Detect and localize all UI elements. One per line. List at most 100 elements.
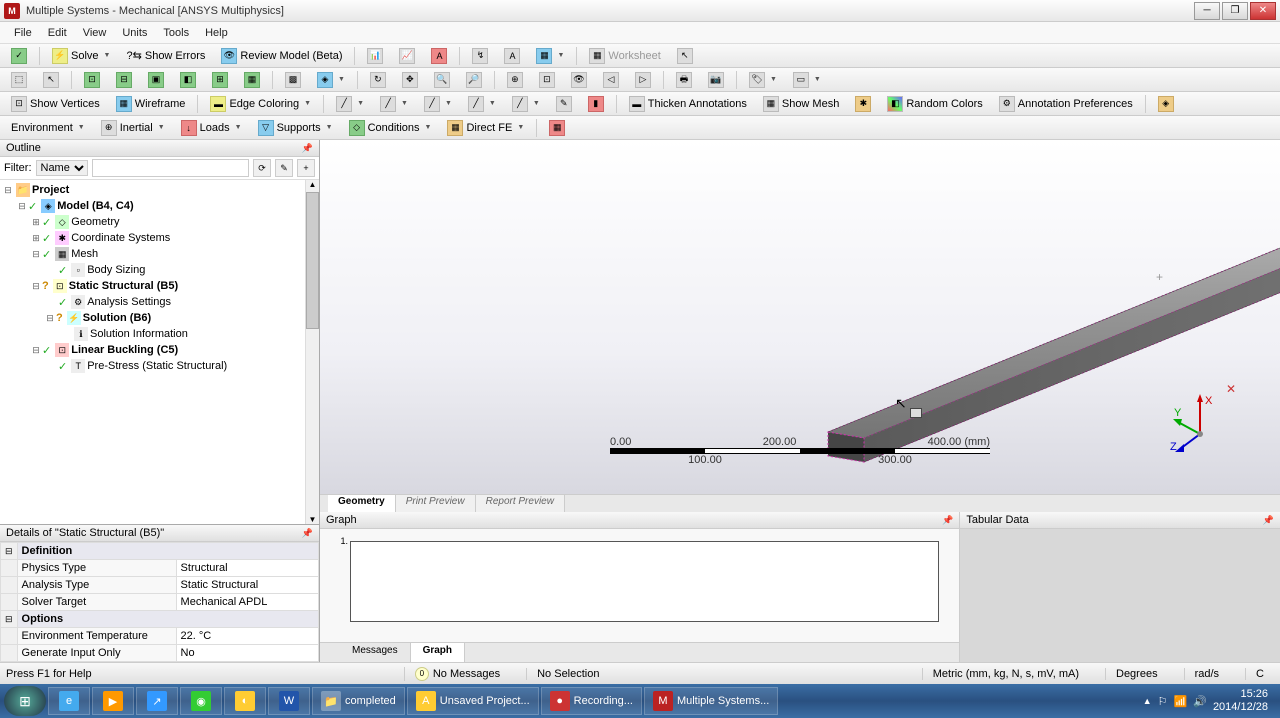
close-button[interactable]: ✕ [1250, 2, 1276, 20]
accept-button[interactable]: ✓ [4, 45, 34, 67]
reset-icon[interactable]: ◈ [1151, 93, 1181, 115]
tree-geometry[interactable]: Geometry [71, 216, 119, 228]
menu-tools[interactable]: Tools [155, 24, 197, 42]
taskbar-multiple-systems[interactable]: MMultiple Systems... [644, 687, 778, 715]
face-select[interactable]: ▣ [141, 69, 171, 91]
next-view[interactable]: ▷ [628, 69, 658, 91]
val-geninput[interactable]: No [176, 645, 318, 662]
filter-btn-1[interactable]: ⟳ [253, 159, 271, 177]
tray-expand-icon[interactable]: ▲ [1143, 696, 1152, 706]
minimize-button[interactable]: ─ [1194, 2, 1220, 20]
menu-units[interactable]: Units [114, 24, 155, 42]
taskbar-ie[interactable]: e [48, 687, 90, 715]
solve-button[interactable]: ⚡Solve [45, 45, 117, 67]
edge-select[interactable]: ⊟ [109, 69, 139, 91]
pan-tool[interactable]: ✥ [395, 69, 425, 91]
taskbar-recording[interactable]: ●Recording... [541, 687, 642, 715]
show-mesh-button[interactable]: ▦Show Mesh [756, 93, 846, 115]
zoom-out[interactable]: 🔎 [459, 69, 489, 91]
tb-icon-e[interactable]: A [497, 45, 527, 67]
tray-network-icon[interactable]: 📶 [1174, 695, 1188, 708]
tree-solution[interactable]: Solution (B6) [83, 312, 151, 324]
taskbar-app1[interactable]: ↗ [136, 687, 178, 715]
tree-mesh[interactable]: Mesh [71, 248, 98, 260]
filter-btn-3[interactable]: + [297, 159, 315, 177]
edge-1[interactable]: ╱ [329, 93, 371, 115]
selection-tool[interactable]: ⬚ [4, 69, 34, 91]
slice-btn[interactable]: ▭ [786, 69, 828, 91]
loads-menu[interactable]: ↓Loads [174, 117, 249, 139]
filter-input[interactable] [92, 159, 250, 177]
probe-icon[interactable]: ✱ [848, 93, 878, 115]
tb-icon-a[interactable]: 📊 [360, 45, 390, 67]
edge-4[interactable]: ╱ [461, 93, 503, 115]
tab-report-preview[interactable]: Report Preview [476, 495, 565, 512]
element-select[interactable]: ▦ [237, 69, 267, 91]
tb-icon-c[interactable]: A [424, 45, 454, 67]
coordinate-triad[interactable]: ✕ X Y Z [1170, 394, 1230, 454]
details-pin-icon[interactable]: 📌 [302, 528, 313, 539]
tree-scrollbar[interactable]: ▲▼ [305, 180, 319, 524]
tb-icon-b[interactable]: 📈 [392, 45, 422, 67]
tray-volume-icon[interactable]: 🔊 [1193, 695, 1207, 708]
show-vertices-button[interactable]: ⊡Show Vertices [4, 93, 107, 115]
edge-5[interactable]: ╱ [505, 93, 547, 115]
body-select[interactable]: ◧ [173, 69, 203, 91]
taskbar-media[interactable]: ▶ [92, 687, 134, 715]
zoom-fit[interactable]: ⊕ [500, 69, 530, 91]
pin-icon[interactable]: 📌 [302, 143, 313, 154]
graph-pin-icon[interactable]: 📌 [942, 515, 953, 526]
vertex-select[interactable]: ⊡ [77, 69, 107, 91]
expand-definition[interactable]: ⊟ [1, 543, 18, 560]
tree-solinfo[interactable]: Solution Information [90, 328, 188, 340]
triad-close-icon[interactable]: ✕ [1226, 382, 1236, 396]
tree-static[interactable]: Static Structural (B5) [69, 280, 178, 292]
zoom-box[interactable]: ⊡ [532, 69, 562, 91]
highlight-icon[interactable]: ✎ [549, 93, 579, 115]
tab-messages[interactable]: Messages [340, 643, 411, 662]
menu-edit[interactable]: Edit [40, 24, 75, 42]
edge-3[interactable]: ╱ [417, 93, 459, 115]
rotate-tool[interactable]: ↻ [363, 69, 393, 91]
taskbar-app2[interactable]: ◐ [224, 687, 266, 715]
annotation-prefs-button[interactable]: ⚙Annotation Preferences [992, 93, 1140, 115]
outline-tree[interactable]: ⊟📁Project ⊟✓◈Model (B4, C4) ⊞✓◇Geometry … [0, 180, 319, 524]
val-analysis-type[interactable]: Static Structural [176, 577, 318, 594]
environment-menu[interactable]: Environment [4, 119, 92, 137]
review-model-button[interactable]: 👁Review Model (Beta) [214, 45, 349, 67]
tree-analysis[interactable]: Analysis Settings [87, 296, 171, 308]
tray-flag-icon[interactable]: ⚐ [1158, 695, 1168, 708]
menu-file[interactable]: File [6, 24, 40, 42]
tree-project[interactable]: Project [32, 184, 69, 196]
tag-btn[interactable]: 🏷 [742, 69, 784, 91]
maximize-button[interactable]: ❐ [1222, 2, 1248, 20]
edge-coloring-button[interactable]: ▬Edge Coloring [203, 93, 318, 115]
graph-area[interactable]: 1. [320, 529, 959, 642]
extend-toggle[interactable]: ▩ [278, 69, 308, 91]
tab-graph[interactable]: Graph [411, 643, 465, 662]
show-errors-button[interactable]: ?⇆ Show Errors [119, 46, 212, 65]
tab-print-preview[interactable]: Print Preview [396, 495, 476, 512]
edge-color-icon[interactable]: ▮ [581, 93, 611, 115]
wireframe-button[interactable]: ▦Wireframe [109, 93, 193, 115]
val-physics-type[interactable]: Structural [176, 560, 318, 577]
taskbar-completed[interactable]: 📁completed [312, 687, 405, 715]
val-solver[interactable]: Mechanical APDL [176, 594, 318, 611]
taskbar-chrome[interactable]: ◉ [180, 687, 222, 715]
system-tray[interactable]: ▲ ⚐ 📶 🔊 15:26 2014/12/28 [1135, 688, 1276, 714]
capture-btn[interactable]: 📷 [701, 69, 731, 91]
val-envtemp[interactable]: 22. °C [176, 628, 318, 645]
random-colors-button[interactable]: ◧Random Colors [880, 93, 989, 115]
look-at[interactable]: 👁 [564, 69, 594, 91]
filter-select[interactable]: Name [36, 160, 88, 176]
menu-help[interactable]: Help [197, 24, 236, 42]
filter-btn-2[interactable]: ✎ [275, 159, 293, 177]
viewport-3d[interactable]: + ↖ 0.00 200.00 400.00 (mm) 100.00 300.0… [320, 140, 1280, 494]
tb-icon-f[interactable]: ▦ [529, 45, 571, 67]
expand-options[interactable]: ⊟ [1, 611, 18, 628]
menu-view[interactable]: View [75, 24, 115, 42]
tree-linear[interactable]: Linear Buckling (C5) [71, 344, 178, 356]
tree-coord[interactable]: Coordinate Systems [71, 232, 170, 244]
worksheet-button[interactable]: ▦Worksheet [582, 45, 667, 67]
prev-view[interactable]: ◁ [596, 69, 626, 91]
